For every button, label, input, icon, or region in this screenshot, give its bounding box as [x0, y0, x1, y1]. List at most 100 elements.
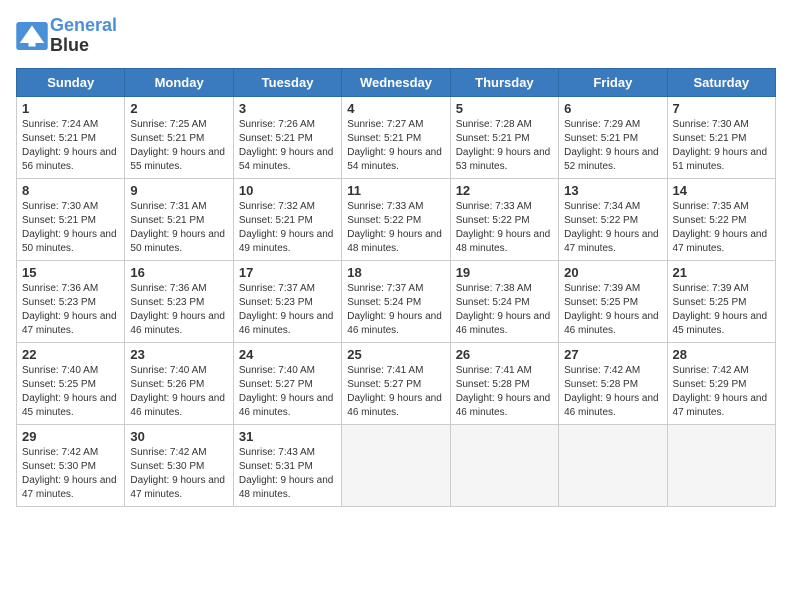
day-number: 18: [347, 265, 444, 280]
day-number: 7: [673, 101, 770, 116]
day-number: 8: [22, 183, 119, 198]
day-cell-28: 28 Sunrise: 7:42 AM Sunset: 5:29 PM Dayl…: [667, 342, 775, 424]
day-info: Sunrise: 7:41 AM Sunset: 5:27 PM Dayligh…: [347, 364, 444, 420]
day-number: 11: [347, 183, 444, 198]
day-cell-29: 29 Sunrise: 7:42 AM Sunset: 5:30 PM Dayl…: [17, 424, 125, 506]
day-info: Sunrise: 7:42 AM Sunset: 5:29 PM Dayligh…: [673, 364, 770, 420]
day-info: Sunrise: 7:26 AM Sunset: 5:21 PM Dayligh…: [239, 118, 336, 174]
calendar-week-1: 1 Sunrise: 7:24 AM Sunset: 5:21 PM Dayli…: [17, 96, 776, 178]
day-cell-25: 25 Sunrise: 7:41 AM Sunset: 5:27 PM Dayl…: [342, 342, 450, 424]
day-info: Sunrise: 7:35 AM Sunset: 5:22 PM Dayligh…: [673, 200, 770, 256]
calendar-header-row: SundayMondayTuesdayWednesdayThursdayFrid…: [17, 68, 776, 96]
day-cell-26: 26 Sunrise: 7:41 AM Sunset: 5:28 PM Dayl…: [450, 342, 558, 424]
day-cell-3: 3 Sunrise: 7:26 AM Sunset: 5:21 PM Dayli…: [233, 96, 341, 178]
day-cell-13: 13 Sunrise: 7:34 AM Sunset: 5:22 PM Dayl…: [559, 178, 667, 260]
day-info: Sunrise: 7:32 AM Sunset: 5:21 PM Dayligh…: [239, 200, 336, 256]
day-cell-1: 1 Sunrise: 7:24 AM Sunset: 5:21 PM Dayli…: [17, 96, 125, 178]
day-number: 3: [239, 101, 336, 116]
day-info: Sunrise: 7:27 AM Sunset: 5:21 PM Dayligh…: [347, 118, 444, 174]
day-cell-9: 9 Sunrise: 7:31 AM Sunset: 5:21 PM Dayli…: [125, 178, 233, 260]
day-cell-6: 6 Sunrise: 7:29 AM Sunset: 5:21 PM Dayli…: [559, 96, 667, 178]
day-number: 13: [564, 183, 661, 198]
empty-cell: [342, 424, 450, 506]
day-cell-15: 15 Sunrise: 7:36 AM Sunset: 5:23 PM Dayl…: [17, 260, 125, 342]
day-cell-10: 10 Sunrise: 7:32 AM Sunset: 5:21 PM Dayl…: [233, 178, 341, 260]
logo-text: GeneralBlue: [50, 16, 117, 56]
header-tuesday: Tuesday: [233, 68, 341, 96]
day-number: 1: [22, 101, 119, 116]
day-info: Sunrise: 7:42 AM Sunset: 5:30 PM Dayligh…: [22, 446, 119, 502]
day-cell-19: 19 Sunrise: 7:38 AM Sunset: 5:24 PM Dayl…: [450, 260, 558, 342]
day-number: 22: [22, 347, 119, 362]
calendar-table: SundayMondayTuesdayWednesdayThursdayFrid…: [16, 68, 776, 507]
day-number: 9: [130, 183, 227, 198]
calendar-week-4: 22 Sunrise: 7:40 AM Sunset: 5:25 PM Dayl…: [17, 342, 776, 424]
day-number: 27: [564, 347, 661, 362]
day-info: Sunrise: 7:40 AM Sunset: 5:26 PM Dayligh…: [130, 364, 227, 420]
day-cell-7: 7 Sunrise: 7:30 AM Sunset: 5:21 PM Dayli…: [667, 96, 775, 178]
day-cell-14: 14 Sunrise: 7:35 AM Sunset: 5:22 PM Dayl…: [667, 178, 775, 260]
day-info: Sunrise: 7:33 AM Sunset: 5:22 PM Dayligh…: [456, 200, 553, 256]
calendar-week-5: 29 Sunrise: 7:42 AM Sunset: 5:30 PM Dayl…: [17, 424, 776, 506]
day-number: 15: [22, 265, 119, 280]
day-info: Sunrise: 7:40 AM Sunset: 5:27 PM Dayligh…: [239, 364, 336, 420]
day-number: 16: [130, 265, 227, 280]
day-cell-17: 17 Sunrise: 7:37 AM Sunset: 5:23 PM Dayl…: [233, 260, 341, 342]
day-cell-20: 20 Sunrise: 7:39 AM Sunset: 5:25 PM Dayl…: [559, 260, 667, 342]
day-info: Sunrise: 7:25 AM Sunset: 5:21 PM Dayligh…: [130, 118, 227, 174]
day-number: 17: [239, 265, 336, 280]
day-info: Sunrise: 7:38 AM Sunset: 5:24 PM Dayligh…: [456, 282, 553, 338]
day-cell-4: 4 Sunrise: 7:27 AM Sunset: 5:21 PM Dayli…: [342, 96, 450, 178]
day-info: Sunrise: 7:42 AM Sunset: 5:30 PM Dayligh…: [130, 446, 227, 502]
day-number: 25: [347, 347, 444, 362]
day-cell-11: 11 Sunrise: 7:33 AM Sunset: 5:22 PM Dayl…: [342, 178, 450, 260]
day-number: 28: [673, 347, 770, 362]
day-info: Sunrise: 7:41 AM Sunset: 5:28 PM Dayligh…: [456, 364, 553, 420]
day-cell-2: 2 Sunrise: 7:25 AM Sunset: 5:21 PM Dayli…: [125, 96, 233, 178]
day-info: Sunrise: 7:31 AM Sunset: 5:21 PM Dayligh…: [130, 200, 227, 256]
day-cell-21: 21 Sunrise: 7:39 AM Sunset: 5:25 PM Dayl…: [667, 260, 775, 342]
day-info: Sunrise: 7:24 AM Sunset: 5:21 PM Dayligh…: [22, 118, 119, 174]
day-info: Sunrise: 7:30 AM Sunset: 5:21 PM Dayligh…: [673, 118, 770, 174]
header-saturday: Saturday: [667, 68, 775, 96]
day-info: Sunrise: 7:42 AM Sunset: 5:28 PM Dayligh…: [564, 364, 661, 420]
header-monday: Monday: [125, 68, 233, 96]
day-cell-31: 31 Sunrise: 7:43 AM Sunset: 5:31 PM Dayl…: [233, 424, 341, 506]
day-info: Sunrise: 7:28 AM Sunset: 5:21 PM Dayligh…: [456, 118, 553, 174]
day-number: 12: [456, 183, 553, 198]
day-info: Sunrise: 7:36 AM Sunset: 5:23 PM Dayligh…: [130, 282, 227, 338]
day-number: 31: [239, 429, 336, 444]
day-cell-12: 12 Sunrise: 7:33 AM Sunset: 5:22 PM Dayl…: [450, 178, 558, 260]
day-number: 26: [456, 347, 553, 362]
header-wednesday: Wednesday: [342, 68, 450, 96]
day-info: Sunrise: 7:37 AM Sunset: 5:24 PM Dayligh…: [347, 282, 444, 338]
empty-cell: [450, 424, 558, 506]
day-number: 10: [239, 183, 336, 198]
day-number: 5: [456, 101, 553, 116]
day-number: 29: [22, 429, 119, 444]
day-cell-22: 22 Sunrise: 7:40 AM Sunset: 5:25 PM Dayl…: [17, 342, 125, 424]
day-cell-27: 27 Sunrise: 7:42 AM Sunset: 5:28 PM Dayl…: [559, 342, 667, 424]
day-cell-24: 24 Sunrise: 7:40 AM Sunset: 5:27 PM Dayl…: [233, 342, 341, 424]
day-number: 4: [347, 101, 444, 116]
day-cell-16: 16 Sunrise: 7:36 AM Sunset: 5:23 PM Dayl…: [125, 260, 233, 342]
calendar-week-3: 15 Sunrise: 7:36 AM Sunset: 5:23 PM Dayl…: [17, 260, 776, 342]
day-info: Sunrise: 7:36 AM Sunset: 5:23 PM Dayligh…: [22, 282, 119, 338]
empty-cell: [667, 424, 775, 506]
day-cell-30: 30 Sunrise: 7:42 AM Sunset: 5:30 PM Dayl…: [125, 424, 233, 506]
day-info: Sunrise: 7:34 AM Sunset: 5:22 PM Dayligh…: [564, 200, 661, 256]
day-number: 30: [130, 429, 227, 444]
day-info: Sunrise: 7:37 AM Sunset: 5:23 PM Dayligh…: [239, 282, 336, 338]
day-cell-5: 5 Sunrise: 7:28 AM Sunset: 5:21 PM Dayli…: [450, 96, 558, 178]
logo: GeneralBlue: [16, 16, 117, 56]
day-cell-8: 8 Sunrise: 7:30 AM Sunset: 5:21 PM Dayli…: [17, 178, 125, 260]
day-number: 19: [456, 265, 553, 280]
day-cell-23: 23 Sunrise: 7:40 AM Sunset: 5:26 PM Dayl…: [125, 342, 233, 424]
calendar-week-2: 8 Sunrise: 7:30 AM Sunset: 5:21 PM Dayli…: [17, 178, 776, 260]
logo-icon: [16, 22, 48, 50]
day-info: Sunrise: 7:29 AM Sunset: 5:21 PM Dayligh…: [564, 118, 661, 174]
day-number: 6: [564, 101, 661, 116]
day-number: 14: [673, 183, 770, 198]
day-info: Sunrise: 7:39 AM Sunset: 5:25 PM Dayligh…: [564, 282, 661, 338]
day-info: Sunrise: 7:43 AM Sunset: 5:31 PM Dayligh…: [239, 446, 336, 502]
